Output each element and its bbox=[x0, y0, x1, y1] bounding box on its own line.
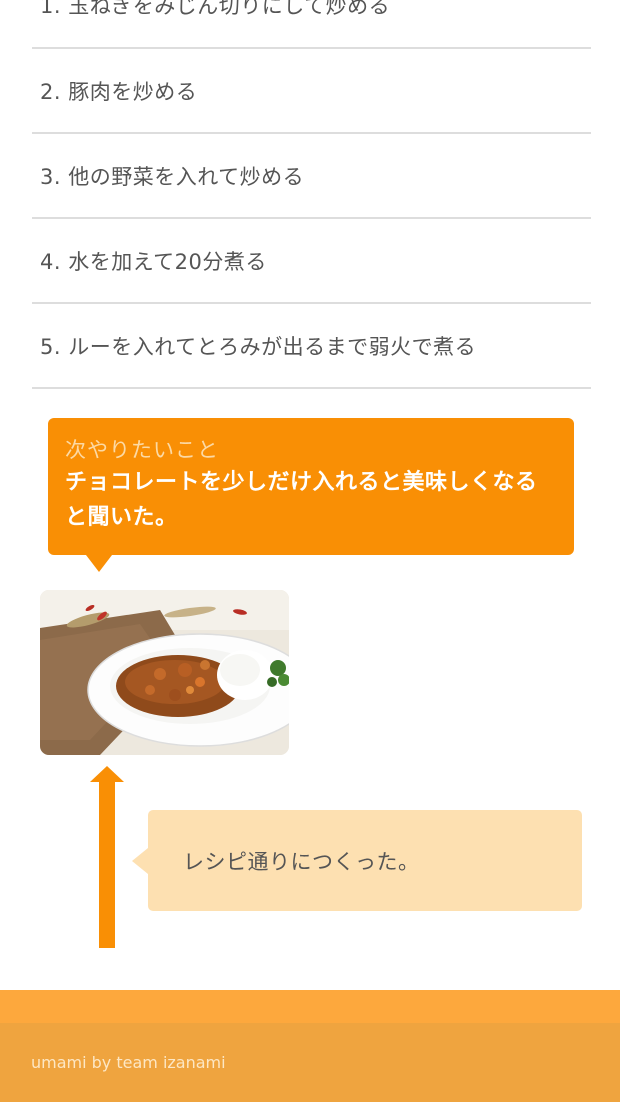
next-todo-text-line: チョコレートを少しだけ入れると美味しくなる bbox=[65, 470, 538, 495]
result-text: レシピ通りにつくった。 bbox=[183, 849, 420, 874]
arrow-up-icon bbox=[90, 766, 124, 948]
curry-rice-photo bbox=[40, 590, 289, 755]
step-label: 5. ルーを入れてとろみが出るまで弱火で煮る bbox=[40, 334, 477, 359]
next-todo-label: 次やりたいこと bbox=[65, 438, 219, 462]
footer-band bbox=[0, 990, 620, 1024]
result-bubble: レシピ通りにつくった。 bbox=[132, 810, 582, 911]
next-todo-text-line: と聞いた。 bbox=[65, 505, 178, 530]
list-item-step-1: 1. 玉ねぎをみじん切りにして炒める bbox=[32, 0, 591, 49]
footer: umami by team izanami bbox=[0, 1023, 620, 1102]
footer-credit: umami by team izanami bbox=[31, 1053, 226, 1072]
list-item-step-2: 2. 豚肉を炒める bbox=[32, 49, 591, 134]
list-item-step-4: 4. 水を加えて20分煮る bbox=[32, 219, 591, 304]
step-label: 1. 玉ねぎをみじん切りにして炒める bbox=[40, 0, 391, 18]
step-label: 2. 豚肉を炒める bbox=[40, 79, 198, 104]
recipe-page: 1. 玉ねぎをみじん切りにして炒める 2. 豚肉を炒める 3. 他の野菜を入れて… bbox=[0, 0, 620, 1102]
recipe-steps-list: 1. 玉ねぎをみじん切りにして炒める 2. 豚肉を炒める 3. 他の野菜を入れて… bbox=[32, 0, 591, 389]
curry-rice-illustration bbox=[40, 590, 289, 755]
next-todo-bubble: 次やりたいこと チョコレートを少しだけ入れると美味しくなる と聞いた。 bbox=[48, 418, 574, 572]
step-label: 4. 水を加えて20分煮る bbox=[40, 249, 267, 274]
list-item-step-3: 3. 他の野菜を入れて炒める bbox=[32, 134, 591, 219]
list-item-step-5: 5. ルーを入れてとろみが出るまで弱火で煮る bbox=[32, 304, 591, 389]
next-todo-text: チョコレートを少しだけ入れると美味しくなる と聞いた。 bbox=[65, 465, 556, 535]
step-label: 3. 他の野菜を入れて炒める bbox=[40, 164, 305, 189]
